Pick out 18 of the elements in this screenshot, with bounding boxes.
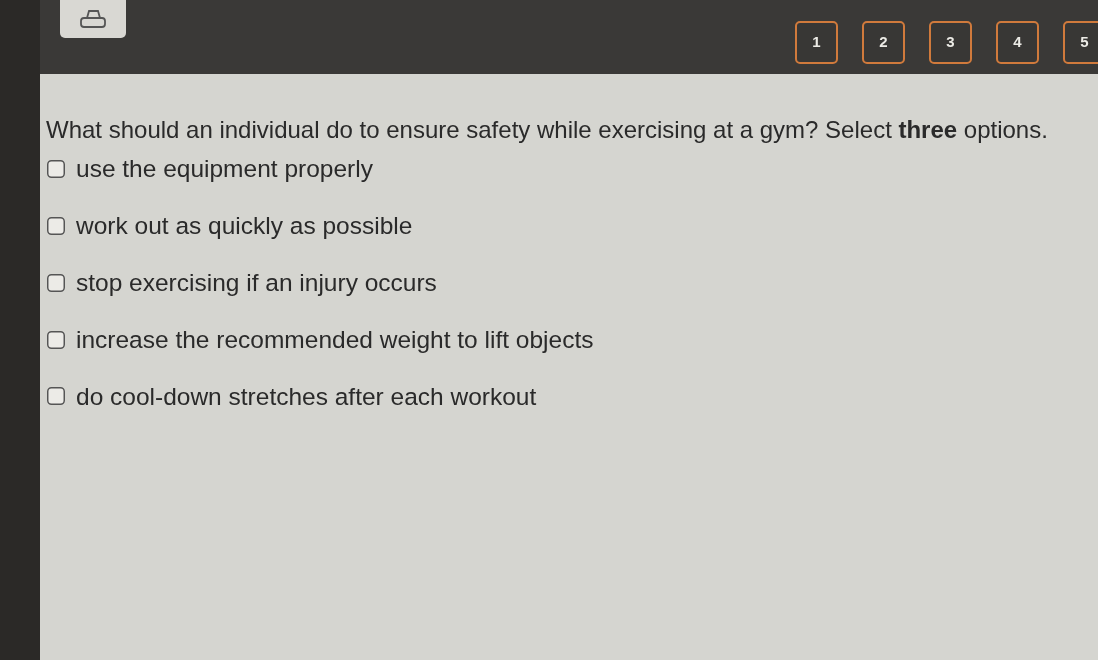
checkbox[interactable] bbox=[47, 330, 65, 349]
checkbox[interactable] bbox=[47, 160, 65, 179]
checkbox[interactable] bbox=[47, 273, 65, 292]
checkbox[interactable] bbox=[47, 216, 65, 235]
printer-icon bbox=[78, 9, 108, 29]
question-number-button[interactable]: 4 bbox=[996, 21, 1039, 64]
question-text: What should an individual do to ensure safety while exercising at a gym? Select three options. bbox=[46, 115, 1049, 145]
printer-button[interactable] bbox=[60, 0, 126, 38]
option-label[interactable]: do cool-down stretches after each workout bbox=[76, 380, 537, 413]
question-number-button[interactable]: 1 bbox=[795, 21, 838, 64]
question-number-button[interactable]: 2 bbox=[862, 21, 905, 64]
option-label[interactable]: use the equipment properly bbox=[76, 153, 373, 186]
option-label[interactable]: stop exercising if an injury occurs bbox=[76, 266, 437, 299]
checkbox[interactable] bbox=[47, 387, 65, 406]
question-number-button[interactable]: 5 bbox=[1063, 21, 1098, 64]
option-label[interactable]: increase the recommended weight to lift objects bbox=[76, 323, 594, 356]
option-label[interactable]: work out as quickly as possible bbox=[76, 210, 413, 242]
question-number-button[interactable]: 3 bbox=[929, 21, 972, 64]
